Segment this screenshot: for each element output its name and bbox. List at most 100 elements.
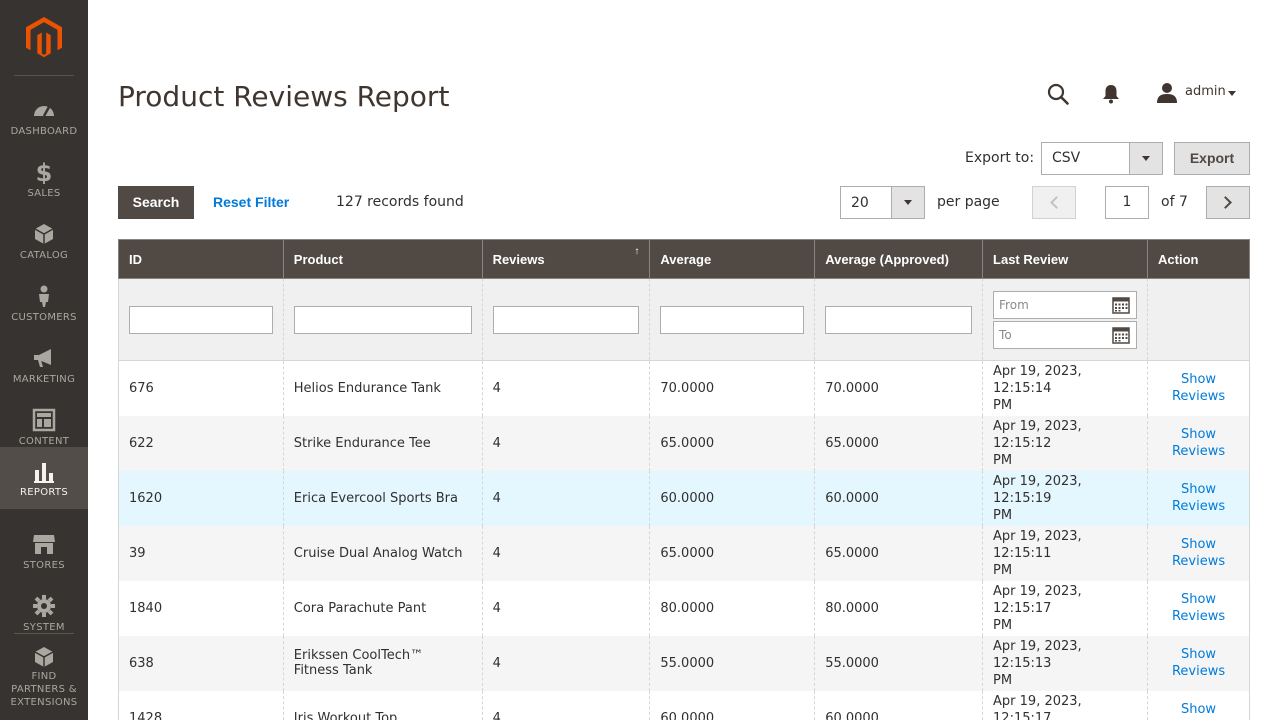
column-header-average[interactable]: Average	[649, 239, 816, 279]
sidebar-item-catalog[interactable]: CATALOG	[0, 210, 88, 272]
sidebar-item-partners[interactable]: FIND PARTNERS & EXTENSIONS	[0, 643, 88, 720]
product-name: Helios Endurance Tank	[293, 380, 441, 396]
per-page-value: 20	[851, 195, 869, 211]
per-page-select[interactable]: 20	[840, 186, 925, 219]
sidebar-divider	[14, 75, 74, 76]
admin-username[interactable]: admin	[1185, 84, 1226, 99]
cell-last-review: Apr 19, 2023, 12:15:19 PM	[982, 470, 1149, 526]
sidebar-item-dashboard[interactable]: DASHBOARD	[0, 86, 88, 148]
chevron-down-icon[interactable]	[1228, 91, 1236, 96]
cell-id: 39	[118, 525, 284, 581]
magento-logo-icon[interactable]	[26, 17, 62, 58]
table-row[interactable]: 676 Helios Endurance Tank 4 70.0000 70.0000 A…	[118, 360, 1250, 416]
show-reviews-link[interactable]: Show	[1181, 702, 1216, 717]
sidebar-item-customers[interactable]: CUSTOMERS	[0, 272, 88, 334]
cell-reviews: 4	[482, 525, 651, 581]
show-reviews-link[interactable]: Reviews	[1172, 499, 1225, 514]
per-page-label: per page	[937, 194, 1000, 210]
show-reviews-link[interactable]: Show	[1181, 427, 1216, 442]
average-value: 65.0000	[660, 435, 715, 451]
page-title: Product Reviews Report	[118, 80, 450, 113]
sidebar-item-marketing[interactable]: MARKETING	[0, 334, 88, 396]
filter-average-approved-input[interactable]	[825, 305, 973, 334]
cell-last-review: Apr 19, 2023, 12:15:17PM	[982, 580, 1149, 636]
column-header-reviews[interactable]: Reviews ↑	[482, 239, 651, 279]
show-reviews-link[interactable]: Show	[1181, 537, 1216, 552]
filter-date-from-input[interactable]: From	[993, 290, 1138, 319]
column-header-average-approved[interactable]: Average (Approved)	[814, 239, 984, 279]
column-header-product[interactable]: Product	[283, 239, 483, 279]
header-label: Action	[1158, 251, 1199, 267]
column-header-last-review[interactable]: Last Review	[982, 239, 1149, 279]
cell-average-approved: 65.0000	[814, 415, 984, 471]
next-page-button[interactable]	[1206, 186, 1250, 219]
search-icon[interactable]	[1047, 83, 1069, 105]
sidebar-item-sales[interactable]: $ SALES	[0, 148, 88, 210]
partners-box-icon	[34, 647, 54, 667]
user-icon[interactable]	[1156, 82, 1178, 104]
last-review-ampm: PM	[993, 452, 1013, 468]
sidebar-item-system[interactable]: SYSTEM	[0, 582, 88, 644]
show-reviews-link[interactable]: Reviews	[1172, 389, 1225, 404]
sidebar-item-stores[interactable]: STORES	[0, 520, 88, 582]
date-from-placeholder: From	[999, 297, 1029, 312]
filter-id-input[interactable]	[129, 305, 273, 334]
filter-reviews-input[interactable]	[492, 305, 640, 334]
reviews-count: 4	[492, 435, 501, 451]
average-approved-value: 65.0000	[825, 435, 879, 451]
id-value: 1840	[129, 600, 163, 616]
sidebar-item-label: STORES	[23, 560, 65, 571]
search-button[interactable]: Search	[118, 186, 194, 219]
bell-icon[interactable]	[1102, 84, 1120, 104]
filter-product-input[interactable]	[293, 305, 472, 334]
table-row[interactable]: 1840 Cora Parachute Pant 4 80.0000 80.0000 Ap…	[118, 580, 1250, 636]
last-review-ampm: PM	[993, 397, 1013, 413]
filter-cell	[1147, 278, 1250, 361]
cell-product: Cruise Dual Analog Watch	[283, 525, 483, 581]
sidebar-divider	[14, 633, 74, 634]
filter-average-input[interactable]	[660, 305, 805, 334]
export-button[interactable]: Export	[1174, 142, 1250, 175]
table-row[interactable]: 39 Cruise Dual Analog Watch 4 65.0000 65.000…	[118, 525, 1250, 581]
partners-line-2: PARTNERS &	[11, 684, 77, 695]
column-header-id[interactable]: ID	[118, 239, 284, 279]
table-row[interactable]: 1620 Erica Evercool Sports Bra 4 60.0000 60.…	[118, 470, 1250, 526]
cell-average: 55.0000	[649, 635, 816, 691]
cell-id: 1840	[118, 580, 284, 636]
reset-filter-link[interactable]: Reset Filter	[213, 194, 289, 210]
admin-sidebar: DASHBOARD $ SALES CATALOG CUSTOMERS MARK…	[0, 0, 88, 720]
show-reviews-link[interactable]: Reviews	[1172, 444, 1225, 459]
product-name: Erikssen CoolTech™ Fitness Tank	[293, 648, 424, 678]
cell-average: 65.0000	[649, 415, 816, 471]
cell-product: Helios Endurance Tank	[283, 360, 483, 416]
cell-average: 65.0000	[649, 525, 816, 581]
show-reviews-link[interactable]: Reviews	[1172, 554, 1225, 569]
show-reviews-link[interactable]: Show	[1181, 372, 1216, 387]
average-approved-value: 60.0000	[825, 490, 879, 506]
table-row[interactable]: 1428 Iris Workout Top 4 60.0000 60.0000 Apr 1…	[118, 690, 1250, 720]
calendar-icon[interactable]	[1112, 296, 1130, 314]
show-reviews-link[interactable]: Reviews	[1172, 609, 1225, 624]
show-reviews-link[interactable]: Reviews	[1172, 664, 1225, 679]
box-icon	[34, 224, 54, 244]
sidebar-item-label: CATALOG	[19, 250, 69, 261]
show-reviews-link[interactable]: Show	[1181, 482, 1216, 497]
average-value: 60.0000	[660, 490, 715, 506]
show-reviews-link[interactable]: Show	[1181, 647, 1216, 662]
table-row[interactable]: 622 Strike Endurance Tee 4 65.0000 65.0000 Ap…	[118, 415, 1250, 471]
page-number-input[interactable]: 1	[1105, 186, 1149, 219]
cell-action: Show Reviews	[1147, 580, 1250, 636]
filter-date-to-input[interactable]: To	[993, 320, 1138, 349]
megaphone-icon	[34, 349, 51, 367]
cell-id: 1428	[118, 690, 284, 720]
previous-page-button[interactable]	[1032, 186, 1076, 219]
sidebar-item-label: MARKETING	[12, 374, 76, 385]
table-row[interactable]: 638 Erikssen CoolTech™ Fitness Tank 4 55.00…	[118, 635, 1250, 691]
calendar-icon[interactable]	[1112, 326, 1130, 344]
export-format-select[interactable]: CSV	[1041, 142, 1163, 175]
cell-action: Show Reviews	[1147, 470, 1250, 526]
last-review-ampm: PM	[993, 562, 1013, 578]
show-reviews-link[interactable]: Show	[1181, 592, 1216, 607]
average-approved-value: 70.0000	[825, 380, 879, 396]
sidebar-item-reports[interactable]: REPORTS	[0, 447, 88, 509]
